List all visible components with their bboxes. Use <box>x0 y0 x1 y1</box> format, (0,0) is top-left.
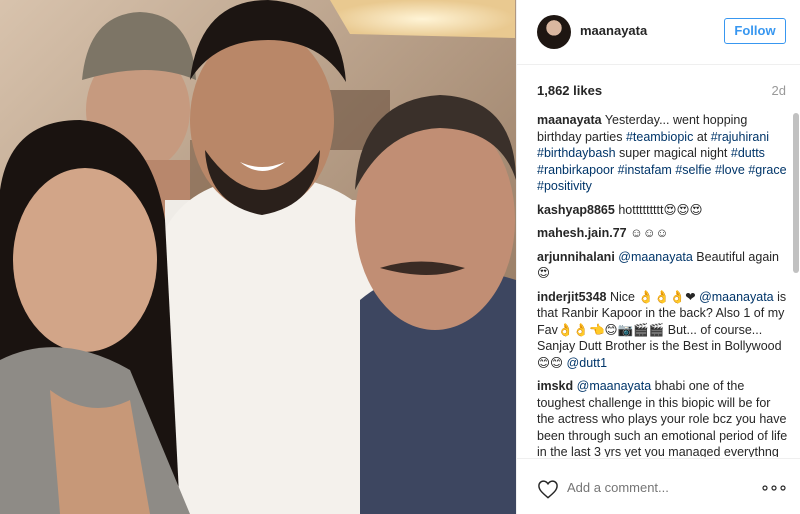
comments-scrollbar[interactable] <box>793 113 799 273</box>
post-photo[interactable] <box>0 0 516 514</box>
hashtag-link[interactable]: #love <box>715 163 745 177</box>
caption: maanayata Yesterday... went hopping birt… <box>537 112 789 195</box>
comment-username[interactable]: maanayata <box>537 113 602 127</box>
add-comment-input[interactable] <box>567 480 717 495</box>
mention-link[interactable]: @maanayata <box>699 290 774 304</box>
post-username[interactable]: maanayata <box>580 23 647 38</box>
hashtag-link[interactable]: #birthdaybash <box>537 146 616 160</box>
hashtag-link[interactable]: #selfie <box>675 163 711 177</box>
comment-username[interactable]: arjunnihalani <box>537 250 615 264</box>
comment-username[interactable]: imskd <box>537 379 573 393</box>
hashtag-link[interactable]: #rajuhirani <box>711 130 769 144</box>
instagram-post-modal: maanayata Follow 1,862 likes 2d maanayat… <box>0 0 800 514</box>
comment-item: imskd @maanayata bhabi one of the toughe… <box>537 378 789 457</box>
hashtag-link[interactable]: #ranbirkapoor <box>537 163 614 177</box>
hashtag-link[interactable]: #instafam <box>618 163 672 177</box>
selfie-image <box>0 0 516 514</box>
hashtag-link[interactable]: #teambiopic <box>626 130 693 144</box>
comments-list[interactable]: maanayata Yesterday... went hopping birt… <box>537 112 789 457</box>
hashtag-link[interactable]: #positivity <box>537 179 592 193</box>
post-age[interactable]: 2d <box>772 83 786 98</box>
comment-username[interactable]: kashyap8865 <box>537 203 615 217</box>
likes-count[interactable]: 1,862 likes <box>537 83 602 98</box>
post-footer <box>517 458 800 514</box>
comment-item: kashyap8865 hottttttttt😍😍😍 <box>537 202 789 219</box>
comment-username[interactable]: mahesh.jain.77 <box>537 226 627 240</box>
avatar[interactable] <box>537 15 571 49</box>
post-header: maanayata Follow <box>517 0 800 65</box>
hashtag-link[interactable]: #dutts <box>731 146 765 160</box>
comment-text: hottttttttt😍😍😍 <box>614 202 703 217</box>
comment-item: mahesh.jain.77 ☺☺☺ <box>537 225 789 242</box>
heart-icon[interactable] <box>537 479 559 499</box>
post-details-panel: maanayata Follow 1,862 likes 2d maanayat… <box>516 0 800 514</box>
mention-link[interactable]: @maanayata <box>577 379 652 393</box>
hashtag-link[interactable]: #grace <box>748 163 786 177</box>
comment-item: arjunnihalani @maanayata Beautiful again… <box>537 249 789 282</box>
comment-text: Nice 👌👌👌❤ <box>606 289 700 304</box>
comment-text: at <box>693 129 711 144</box>
mention-link[interactable]: @dutt1 <box>567 356 608 370</box>
comment-username[interactable]: inderjit5348 <box>537 290 606 304</box>
mention-link[interactable]: @maanayata <box>618 250 693 264</box>
comment-text: super magical night <box>615 146 731 160</box>
comment-text: ☺☺☺ <box>626 226 669 240</box>
comment-item: inderjit5348 Nice 👌👌👌❤ @maanayata is tha… <box>537 289 789 372</box>
more-options-icon[interactable] <box>762 485 786 491</box>
follow-button[interactable]: Follow <box>724 18 786 44</box>
